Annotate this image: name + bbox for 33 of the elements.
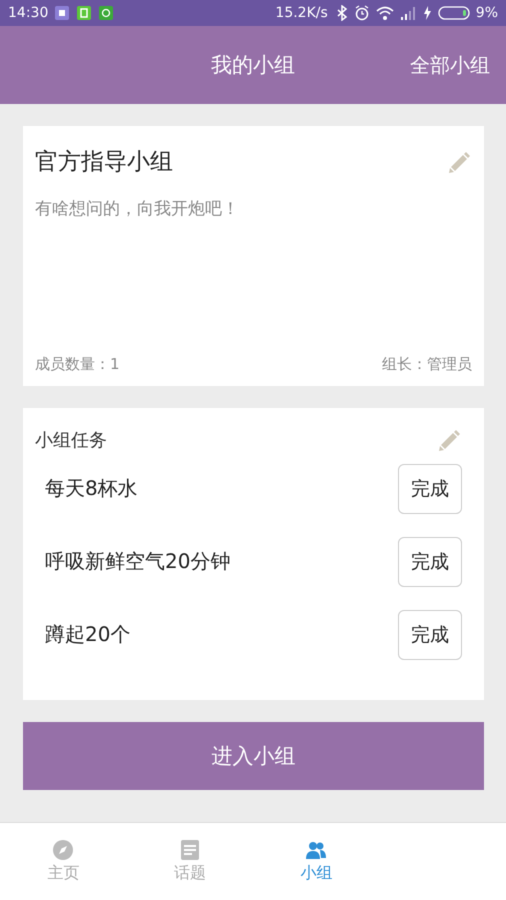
app-notification-icon bbox=[76, 5, 92, 21]
battery-icon bbox=[438, 5, 470, 21]
task-label: 每天8杯水 bbox=[45, 475, 138, 502]
complete-button[interactable]: 完成 bbox=[398, 464, 462, 514]
edit-icon[interactable] bbox=[448, 150, 472, 174]
wifi-icon bbox=[376, 5, 394, 21]
battery-percentage: 9% bbox=[476, 5, 498, 21]
tab[interactable]: 小组 bbox=[253, 823, 380, 900]
group-name: 官方指导小组 bbox=[35, 148, 173, 177]
compass-icon bbox=[52, 839, 74, 861]
group-description: 有啥想问的，向我开炮吧！ bbox=[35, 198, 240, 221]
alarm-icon bbox=[354, 5, 370, 21]
app-notification-icon bbox=[54, 5, 70, 21]
all-groups-link[interactable]: 全部小组 bbox=[410, 52, 490, 78]
task-label: 呼吸新鲜空气20分钟 bbox=[45, 548, 230, 575]
member-count: 成员数量：1 bbox=[35, 355, 120, 374]
network-speed: 15.2K/s bbox=[275, 5, 328, 21]
enter-group-button[interactable]: 进入小组 bbox=[23, 722, 484, 790]
complete-button[interactable]: 完成 bbox=[398, 536, 462, 586]
page-title: 我的小组 bbox=[211, 52, 295, 79]
section-title: 小组任务 bbox=[35, 429, 107, 452]
group-icon bbox=[305, 839, 328, 861]
complete-button[interactable]: 完成 bbox=[398, 610, 462, 660]
edit-icon[interactable] bbox=[438, 428, 462, 452]
signal-icon bbox=[400, 5, 416, 21]
document-icon bbox=[178, 839, 201, 861]
app-notification-icon bbox=[98, 5, 114, 21]
clock: 14:30 bbox=[8, 5, 48, 21]
tab[interactable]: 话题 bbox=[126, 823, 253, 900]
charging-icon bbox=[422, 5, 432, 21]
tab[interactable]: 主页 bbox=[0, 823, 126, 900]
task-label: 蹲起20个 bbox=[45, 621, 130, 648]
group-leader: 组长：管理员 bbox=[382, 355, 472, 374]
